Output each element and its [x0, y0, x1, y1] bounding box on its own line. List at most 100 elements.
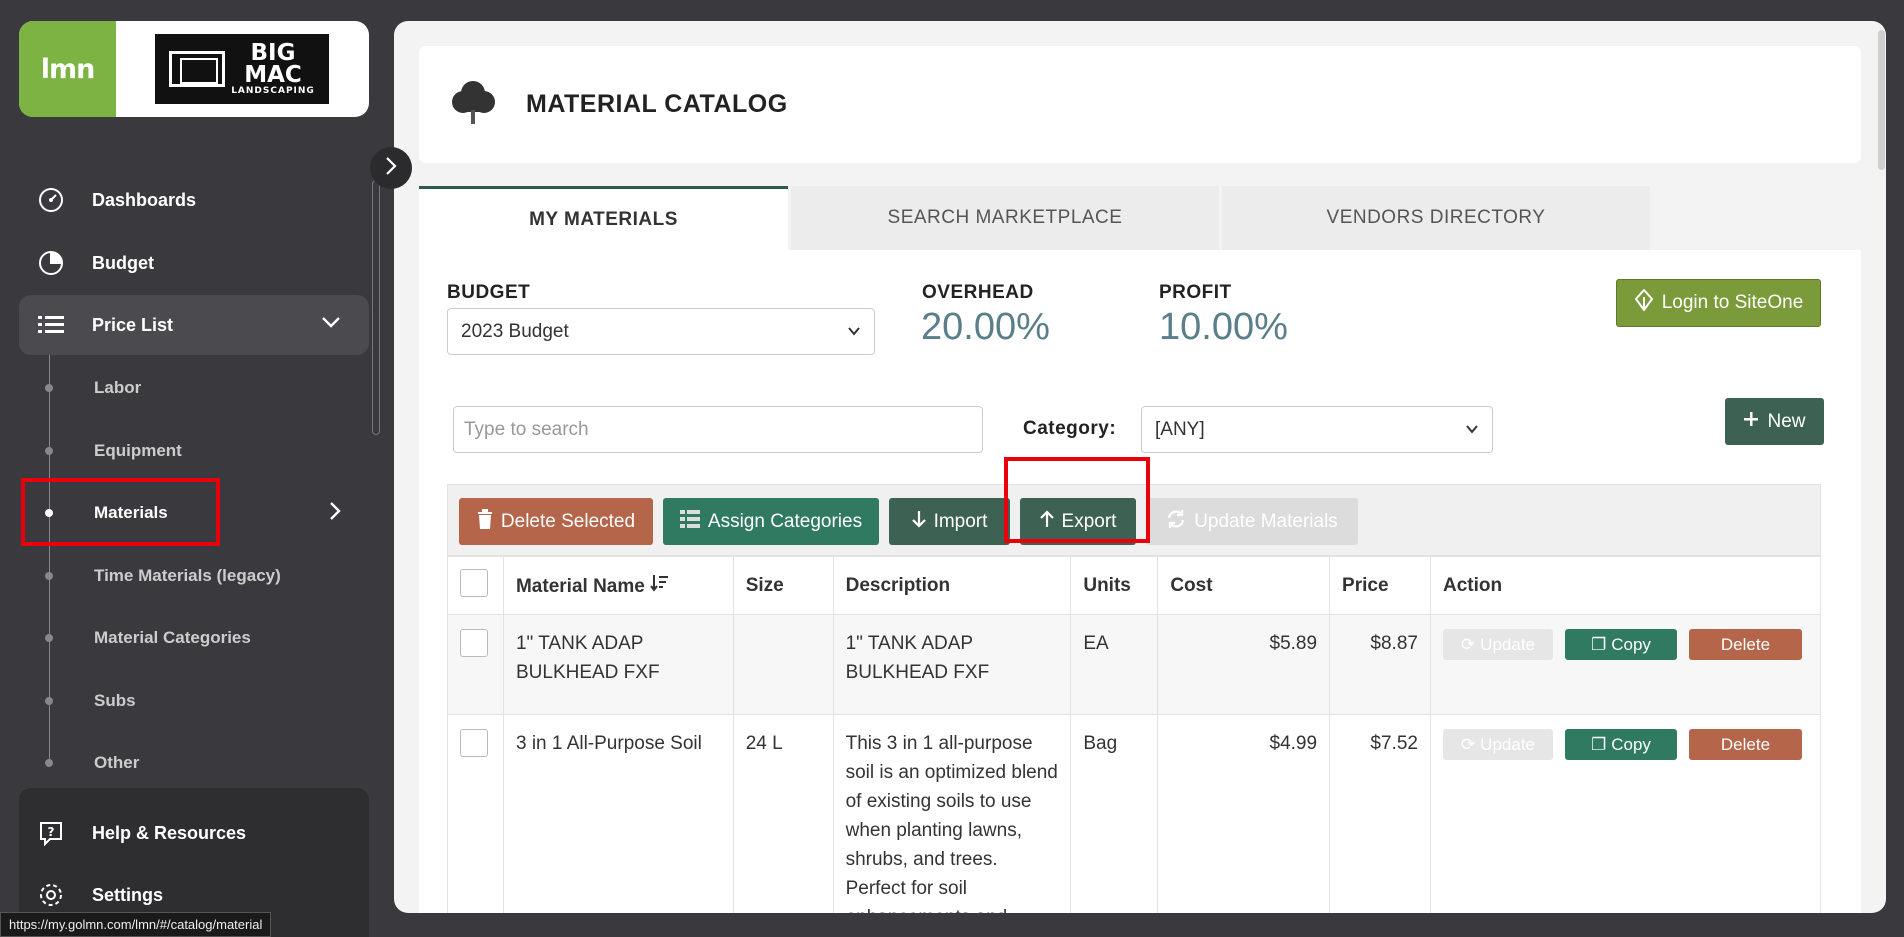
big-mac-landscaping-logo: BIG MAC LANDSCAPING [155, 34, 329, 104]
sidebar-item-label: Budget [92, 252, 154, 273]
leaf-icon [1634, 288, 1654, 317]
select-all-checkbox[interactable] [460, 568, 488, 597]
tab-label: MY MATERIALS [529, 208, 678, 230]
update-materials-button[interactable]: Update Materials [1146, 498, 1358, 545]
tab-my-materials[interactable]: MY MATERIALS [419, 186, 788, 250]
profit-label: PROFIT [1159, 282, 1232, 303]
page-scrollbar[interactable] [1878, 30, 1885, 170]
table-row: 3 in 1 All-Purpose Soil 24 L This 3 in 1… [447, 714, 1822, 913]
overhead-value: 20.00% [921, 306, 1050, 348]
column-header-material-name[interactable]: Material Name [502, 556, 734, 615]
sidebar-item-budget[interactable]: Budget [19, 233, 369, 293]
delete-selected-label: Delete Selected [500, 510, 636, 532]
sidebar-item-label: Price List [92, 314, 174, 335]
sidebar-item-label: Help & Resources [92, 822, 247, 843]
copy-icon: ❐ [1591, 635, 1607, 654]
login-siteone-label: Login to SiteOne [1661, 292, 1804, 313]
tab-label: SEARCH MARKETPLACE [887, 207, 1123, 228]
import-button[interactable]: Import [889, 498, 1010, 545]
description-cell: 1" TANK ADAP BULKHEAD FXF [832, 614, 1072, 715]
row-update-button[interactable]: ⟳ Update [1442, 629, 1553, 660]
sidebar-subitem-material-categories[interactable]: Material Categories [19, 618, 369, 658]
my-materials-content: BUDGET 2023 Budget OVERHEAD 20.00% PROFI… [419, 250, 1861, 913]
list-icon [679, 509, 700, 534]
column-header-cost[interactable]: Cost [1157, 556, 1331, 615]
sidebar-scrollbar[interactable] [372, 180, 380, 435]
select-all-cell [447, 556, 504, 615]
bullet-dot [45, 447, 53, 455]
chevron-down-icon [321, 313, 341, 334]
sidebar-subitem-labor[interactable]: Labor [19, 368, 369, 408]
assign-categories-button[interactable]: Assign Categories [663, 498, 879, 545]
row-checkbox[interactable] [460, 629, 488, 657]
tab-vendors-directory[interactable]: VENDORS DIRECTORY [1222, 186, 1650, 250]
budget-select[interactable]: 2023 Budget [447, 308, 875, 355]
column-header-action: Action [1429, 556, 1822, 615]
tab-search-marketplace[interactable]: SEARCH MARKETPLACE [791, 186, 1219, 250]
column-header-units[interactable]: Units [1070, 556, 1159, 615]
category-select[interactable]: [ANY] [1141, 406, 1493, 453]
bullet-dot [45, 634, 53, 642]
trash-icon [477, 508, 493, 535]
size-cell: 24 L [732, 714, 834, 913]
logo-landscaping: LANDSCAPING [231, 85, 315, 96]
tree-icon [449, 80, 497, 131]
delete-selected-button[interactable]: Delete Selected [459, 498, 653, 545]
category-label: Category: [1023, 418, 1117, 439]
price-cell: $8.87 [1329, 614, 1431, 715]
sidebar-collapse-button[interactable] [370, 147, 412, 189]
row-delete-button[interactable]: Delete [1688, 629, 1802, 660]
row-copy-button[interactable]: ❐ Copy [1564, 629, 1677, 660]
refresh-icon: ⟳ [1460, 635, 1476, 654]
cost-cell: $4.99 [1157, 714, 1331, 913]
sidebar-item-dashboards[interactable]: Dashboards [19, 170, 369, 230]
import-label: Import [933, 510, 988, 532]
row-checkbox[interactable] [460, 729, 488, 757]
sidebar-subitem-subs[interactable]: Subs [19, 681, 369, 721]
budget-label: BUDGET [447, 282, 531, 303]
new-material-button[interactable]: New [1725, 398, 1824, 445]
gear-icon [35, 879, 67, 911]
sort-desc-icon [650, 574, 669, 597]
row-update-button[interactable]: ⟳ Update [1442, 729, 1553, 760]
budget-select-value: 2023 Budget [461, 320, 569, 342]
search-input[interactable]: Type to search [453, 406, 983, 453]
sidebar-item-help-resources[interactable]: ? Help & Resources [19, 803, 369, 863]
new-button-label: New [1767, 410, 1806, 432]
pie-chart-icon [35, 247, 67, 279]
sidebar-subitem-time-materials[interactable]: Time Materials (legacy) [19, 556, 369, 596]
chevron-right-icon [385, 156, 397, 181]
sidebar-item-label: Settings [92, 884, 164, 905]
lmn-logo: lmn [19, 21, 116, 117]
column-header-price[interactable]: Price [1329, 556, 1431, 615]
search-placeholder: Type to search [464, 418, 589, 440]
page-header: MATERIAL CATALOG [419, 46, 1861, 163]
category-select-value: [ANY] [1155, 418, 1205, 440]
column-header-description[interactable]: Description [832, 556, 1072, 615]
bullet-dot [45, 697, 53, 705]
column-header-size[interactable]: Size [732, 556, 834, 615]
sidebar-subitem-label: Material Categories [94, 628, 251, 647]
sidebar-subitem-other[interactable]: Other [19, 743, 369, 783]
list-icon [35, 309, 67, 341]
svg-text:?: ? [48, 825, 55, 839]
logo-mac: MAC [244, 61, 302, 88]
overhead-label: OVERHEAD [922, 282, 1034, 303]
description-cell: This 3 in 1 all-purpose soil is an optim… [832, 714, 1072, 913]
bullet-dot [45, 384, 53, 392]
row-copy-button[interactable]: ❐ Copy [1564, 729, 1677, 760]
logo-card[interactable]: lmn BIG MAC LANDSCAPING [19, 21, 369, 117]
sidebar-subitem-label: Labor [94, 378, 142, 397]
price-cell: $7.52 [1329, 714, 1431, 913]
plus-icon [1743, 411, 1759, 433]
assign-categories-label: Assign Categories [707, 510, 863, 532]
sidebar-item-price-list[interactable]: Price List [19, 295, 369, 355]
bullet-dot [45, 572, 53, 580]
help-icon: ? [35, 817, 67, 849]
row-delete-button[interactable]: Delete [1688, 729, 1802, 760]
profit-value: 10.00% [1159, 306, 1288, 348]
sidebar-item-label: Dashboards [92, 189, 197, 210]
login-siteone-button[interactable]: Login to SiteOne [1616, 279, 1821, 327]
sidebar-subitem-equipment[interactable]: Equipment [19, 431, 369, 471]
sidebar: lmn BIG MAC LANDSCAPING Dashboards Budge… [0, 0, 390, 937]
